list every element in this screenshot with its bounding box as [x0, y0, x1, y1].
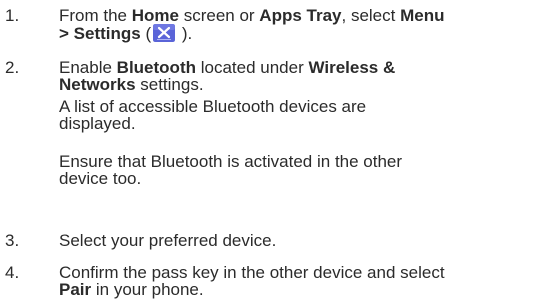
- step-line: Enable Bluetooth located under Wireless …: [59, 58, 396, 77]
- settings-label: > Settings: [59, 24, 141, 43]
- step-line: Pair in your phone.: [59, 280, 204, 299]
- step-line: Select your preferred device.: [59, 231, 277, 250]
- step-line: Networks settings.: [59, 75, 204, 94]
- step-number: 1.: [5, 6, 20, 25]
- step-number: 2.: [5, 58, 20, 77]
- step-text: Confirm the pass key in the other device…: [59, 264, 529, 298]
- step-text: From the Home screen or Apps Tray, selec…: [59, 7, 529, 42]
- result-line: A list of accessible Bluetooth devices a…: [59, 97, 367, 116]
- apps-tray-label: Apps Tray: [259, 6, 342, 25]
- wireless-networks-label: Wireless &: [308, 58, 396, 77]
- step-number: 4.: [5, 263, 20, 282]
- step-line: Confirm the pass key in the other device…: [59, 263, 445, 282]
- pair-label: Pair: [59, 280, 92, 299]
- networks-label: Networks: [59, 75, 136, 94]
- step-text: Enable Bluetooth located under Wireless …: [59, 59, 529, 187]
- note-line: device too.: [59, 169, 142, 188]
- result-line: displayed.: [59, 114, 136, 133]
- step-line: From the Home screen or Apps Tray, selec…: [59, 6, 445, 25]
- menu-label: Menu: [400, 6, 445, 25]
- note-line: Ensure that Bluetooth is activated in th…: [59, 152, 403, 171]
- instructions-page: 1. From the Home screen or Apps Tray, se…: [0, 0, 544, 300]
- step-text: Select your preferred device.: [59, 232, 529, 249]
- step-line: > Settings ( ).: [59, 24, 193, 43]
- step-number: 3.: [5, 231, 20, 250]
- settings-icon: [153, 24, 176, 42]
- home-label: Home: [131, 6, 179, 25]
